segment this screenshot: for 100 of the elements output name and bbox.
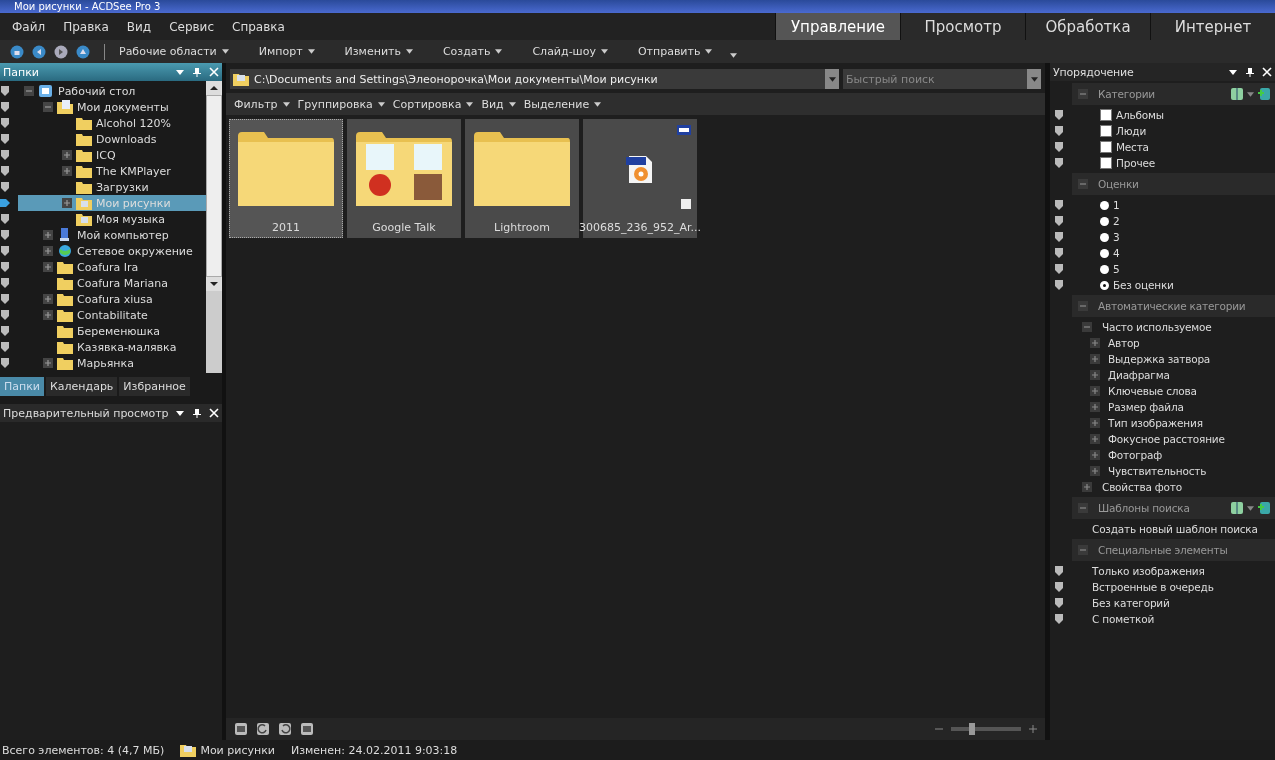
panel-tab[interactable]: Календарь [46,377,118,396]
caret-icon[interactable] [1030,76,1038,82]
toolbar-menu[interactable]: Изменить [344,45,413,58]
expand-icon[interactable] [1090,450,1100,460]
pin-icon[interactable] [192,408,202,418]
list-item[interactable]: С пометкой [1092,613,1155,625]
tree-item[interactable]: Ключевые слова [1108,385,1197,397]
tag-marker-icon[interactable] [1054,581,1064,593]
expand-icon[interactable] [1090,370,1100,380]
radio-button[interactable] [1100,280,1109,290]
tag-marker-icon[interactable] [1054,231,1064,243]
tag-marker-icon[interactable] [1054,613,1064,625]
toolbar-menu[interactable]: Импорт [258,45,315,58]
tree-item[interactable]: Загрузки [18,179,206,195]
tree-item[interactable]: Фотограф [1108,449,1162,461]
list-item[interactable]: Без категорий [1092,597,1170,609]
tag-marker-icon[interactable] [1054,157,1064,169]
toolbar-menu[interactable]: Отправить [637,45,713,58]
toolbar-menu[interactable]: Слайд-шоу [532,45,608,58]
expand-icon[interactable] [1090,418,1100,428]
expand-icon[interactable] [62,150,72,160]
tree-item[interactable]: Автор [1108,337,1140,349]
expand-icon[interactable] [1090,354,1100,364]
tree-item[interactable]: Coafura xiusa [18,291,206,307]
tag-marker-icon[interactable] [0,357,10,369]
toolbar-menu[interactable]: Создать [442,45,503,58]
mode-tab[interactable]: Интернет [1150,13,1275,40]
radio-button[interactable] [1100,264,1109,274]
tree-item[interactable]: Мои документы [18,99,206,115]
up-icon[interactable] [76,44,90,59]
tree-item[interactable]: Чувствительность [1108,465,1207,477]
tag-marker-icon[interactable] [0,325,10,337]
tag-marker-icon[interactable] [1054,141,1064,153]
tree-item[interactable]: Тип изображения [1108,417,1203,429]
view-menu[interactable]: Группировка [297,97,385,111]
tree-item[interactable]: The KMPlayer [18,163,206,179]
radio-button[interactable] [1100,248,1109,258]
scrollbar[interactable] [206,81,222,373]
list-item[interactable]: Создать новый шаблон поиска [1092,523,1258,535]
zoom-in-icon[interactable] [1029,725,1037,733]
forward-icon[interactable] [54,44,68,59]
selection-marker-icon[interactable] [0,197,10,209]
close-icon[interactable] [1262,67,1272,77]
tag-marker-icon[interactable] [1054,199,1064,211]
caret-icon[interactable] [1247,91,1254,97]
mode-tab[interactable]: Управление [775,13,900,40]
tree-item[interactable]: Alcohol 120% [18,115,206,131]
menu-item[interactable]: Сервис [169,19,214,34]
book-icon[interactable] [1230,501,1244,515]
tag-marker-icon[interactable] [0,85,10,97]
mode-tab[interactable]: Обработка [1025,13,1150,40]
tree-item[interactable]: Сетевое окружение [18,243,206,259]
tag-marker-icon[interactable] [1054,109,1064,121]
tag-marker-icon[interactable] [0,293,10,305]
tree-item[interactable]: Размер файла [1108,401,1184,413]
back-icon[interactable] [32,44,46,59]
tag-marker-icon[interactable] [1054,565,1064,577]
pin-icon[interactable] [1245,67,1255,77]
expand-icon[interactable] [1090,338,1100,348]
tag-marker-icon[interactable] [1054,597,1064,609]
tree-item[interactable]: Диафрагма [1108,369,1170,381]
tag-marker-icon[interactable] [0,245,10,257]
view-menu[interactable]: Фильтр [234,97,290,111]
expand-icon[interactable] [1090,466,1100,476]
thumbnail[interactable]: Google Talk [347,119,461,238]
section-title[interactable]: Автоматические категории [1098,300,1246,312]
expand-icon[interactable] [43,358,53,368]
section-title[interactable]: Оценки [1098,178,1139,190]
tree-item[interactable]: Contabilitate [18,307,206,323]
section-title[interactable]: Категории [1098,88,1155,100]
expand-icon[interactable] [62,198,72,208]
scroll-up-icon[interactable] [206,81,222,95]
view-menu[interactable]: Вид [481,97,516,111]
tag-marker-icon[interactable] [0,181,10,193]
expand-icon[interactable] [43,310,53,320]
tag-marker-icon[interactable] [1054,215,1064,227]
mode-tab[interactable]: Просмотр [900,13,1025,40]
menu-item[interactable]: Правка [63,19,109,34]
tag-marker-icon[interactable] [0,133,10,145]
view-menu[interactable]: Выделение [523,97,602,111]
rotate-right-icon[interactable] [278,722,292,736]
thumbnail[interactable]: 2011 [229,119,343,238]
tag-marker-icon[interactable] [0,277,10,289]
tag-marker-icon[interactable] [0,117,10,129]
checkbox[interactable] [1100,157,1112,169]
caret-icon[interactable] [1247,505,1254,511]
expand-icon[interactable] [1090,386,1100,396]
tree-item[interactable]: Выдержка затвора [1108,353,1211,365]
list-item[interactable]: Встроенные в очередь [1092,581,1214,593]
expand-icon[interactable] [43,294,53,304]
menu-item[interactable]: Файл [12,19,46,34]
expand-icon[interactable] [43,262,53,272]
tree-item[interactable]: Downloads [18,131,206,147]
tree-item[interactable]: Coafura Mariana [18,275,206,291]
home-icon[interactable] [10,44,24,59]
tree-item[interactable]: Фокусное расстояние [1108,433,1225,445]
expand-icon[interactable] [43,246,53,256]
checkbox[interactable] [1100,141,1112,153]
tag-marker-icon[interactable] [0,229,10,241]
tag-marker-icon[interactable] [0,261,10,273]
